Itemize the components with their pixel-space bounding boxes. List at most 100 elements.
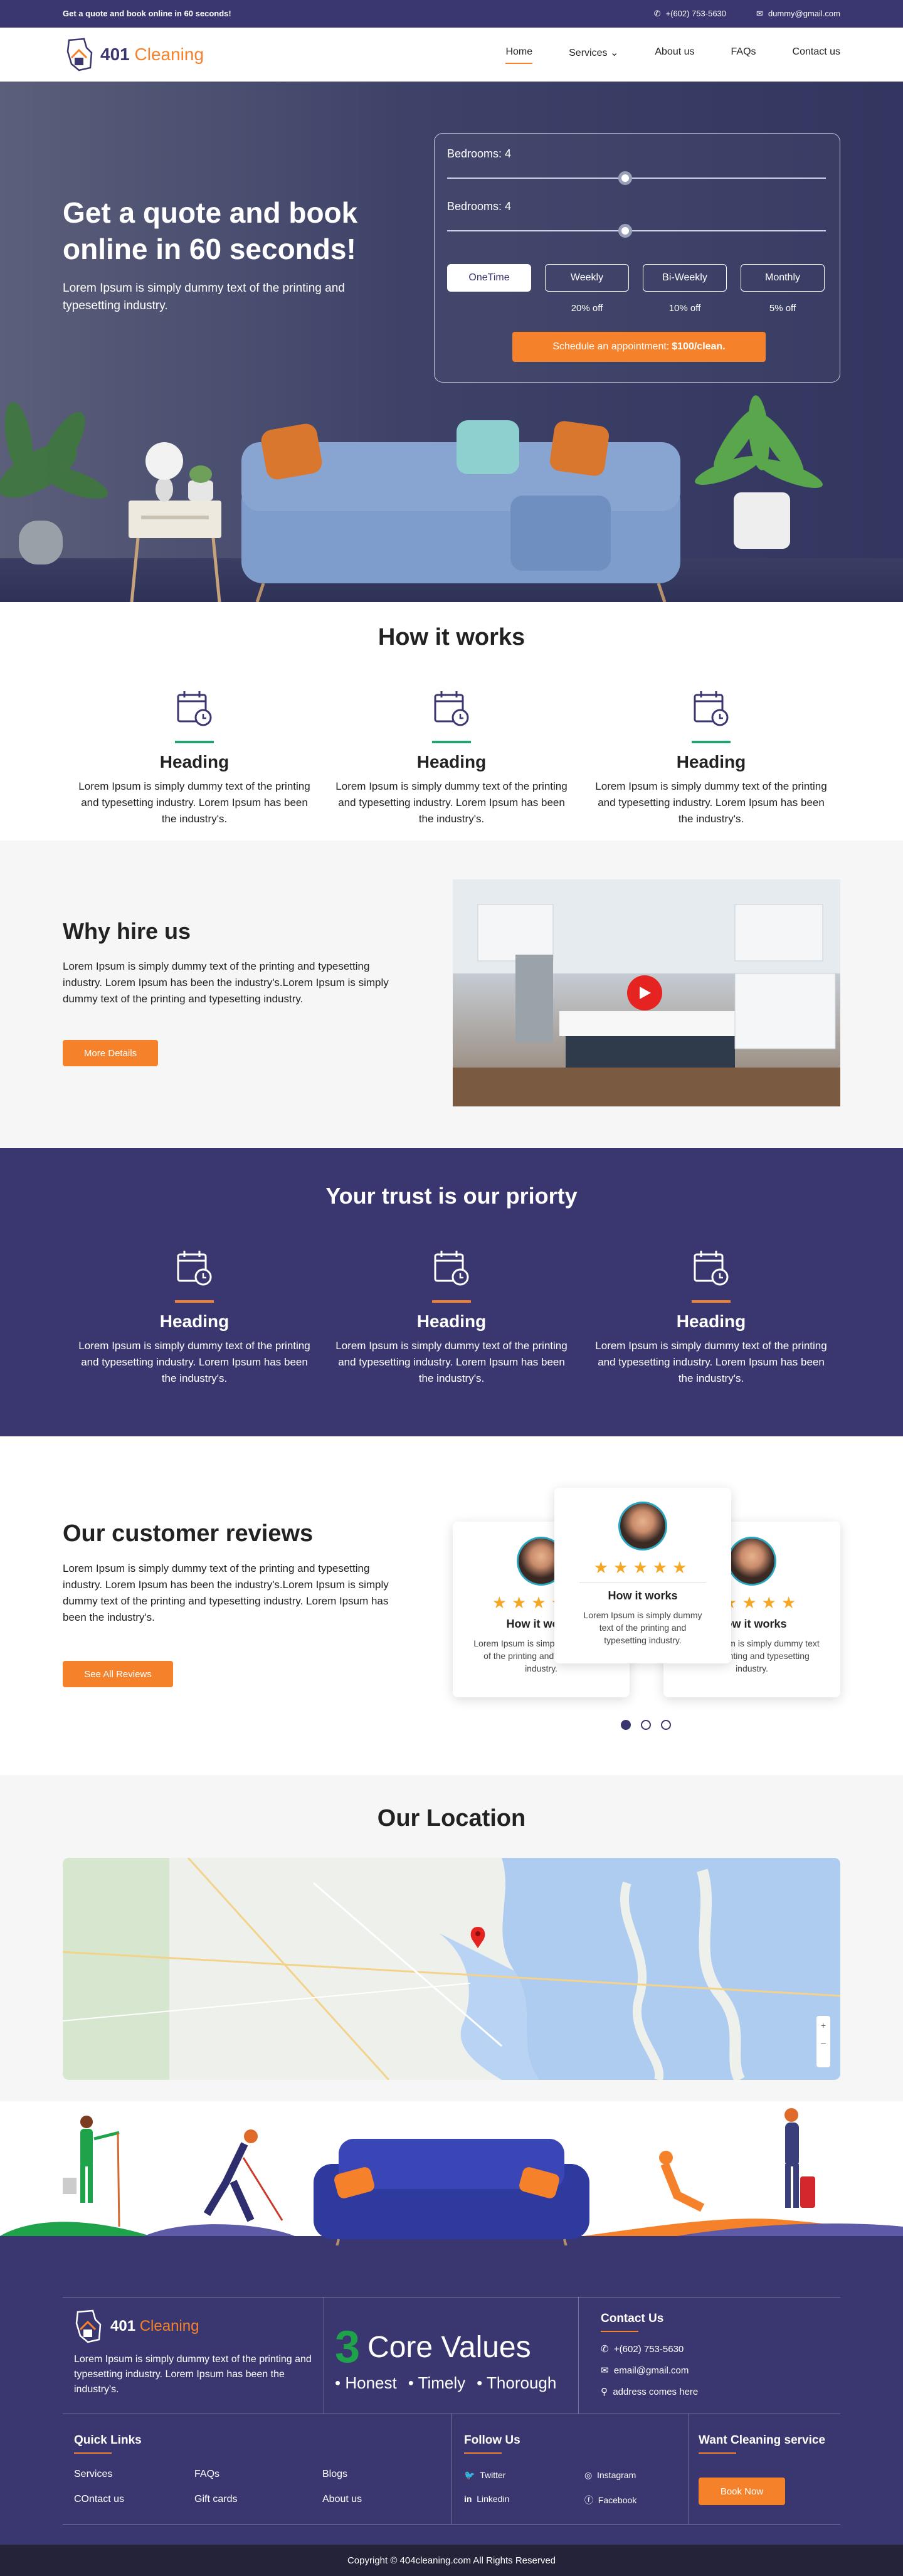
instagram-icon: ◎ [584, 2470, 593, 2480]
quick-link-contact[interactable]: COntact us [74, 2494, 124, 2505]
frequency-biweekly[interactable]: Bi-Weekly [643, 264, 727, 292]
reviews-text: Lorem Ipsum is simply dummy text of the … [63, 1562, 389, 1623]
topbar-email[interactable]: ✉ dummy@gmail.com [756, 9, 840, 19]
how-title: How it works [378, 624, 525, 650]
quick-link-about[interactable]: About us [322, 2494, 362, 2505]
core-values: 3 Core Values • Honest • Timely • Thorou… [335, 2322, 573, 2393]
avatar [618, 1502, 667, 1550]
frequency-monthly[interactable]: Monthly [741, 264, 825, 292]
bedrooms-slider-1[interactable] [447, 171, 826, 185]
living-room-illustration [0, 395, 823, 602]
contact-address: ⚲ address comes here [601, 2386, 839, 2397]
how-heading-1: Heading [159, 752, 230, 771]
footer-about: 401 Cleaning Lorem Ipsum is simply dummy… [74, 2308, 325, 2397]
discount-biweekly: 10% off [668, 303, 701, 314]
topbar-phone-text: +(602) 753-5630 [665, 9, 727, 18]
quick-links-title-wrap: Quick Links [74, 2434, 142, 2454]
logo[interactable]: 401 Cleaning [65, 36, 204, 73]
why-title: Why hire us [63, 918, 191, 944]
reviews-title: Our customer reviews [63, 1520, 314, 1547]
nav-faqs[interactable]: FAQs [731, 46, 756, 64]
contact-phone[interactable]: ✆ +(602) 753-5630 [601, 2343, 839, 2355]
cleaners-illustration [0, 2101, 903, 2245]
frequency-weekly[interactable]: Weekly [545, 264, 629, 292]
quick-link-faqs[interactable]: FAQs [194, 2469, 219, 2480]
contact-email[interactable]: ✉ email@gmail.com [601, 2365, 839, 2376]
quick-link-services[interactable]: Services [74, 2469, 112, 2480]
contact-email-text: email@gmail.com [613, 2365, 689, 2376]
trust-text-2: Lorem Ipsum is simply dummy text of the … [335, 1340, 568, 1384]
trust-feature-2: Heading Lorem Ipsum is simply dummy text… [332, 1248, 571, 1387]
nav-contact[interactable]: Contact us [793, 46, 840, 64]
frequency-onetime[interactable]: OneTime [447, 264, 531, 292]
location-pin-icon: ⚲ [601, 2387, 608, 2397]
twitter-icon: 🐦 [464, 2470, 475, 2480]
footer-brand-accent: Cleaning [139, 2318, 199, 2335]
phone-icon: ✆ [653, 9, 661, 18]
trust-heading-3: Heading [676, 1312, 746, 1331]
more-details-button[interactable]: More Details [63, 1040, 158, 1066]
calendar-clock-icon [177, 691, 212, 726]
slider-knob[interactable] [618, 224, 632, 238]
nav-services[interactable]: Services ⌄ [569, 46, 618, 64]
carousel-dot-1[interactable] [621, 1720, 631, 1730]
social-instagram[interactable]: ◎ Instagram [584, 2470, 636, 2481]
star-rating-icon: ★★★★★ [593, 1558, 692, 1577]
location-map[interactable]: + – [63, 1858, 840, 2080]
value-thorough-text: Thorough [487, 2373, 557, 2392]
hero-subtitle: Lorem Ipsum is simply dummy text of the … [63, 282, 345, 312]
how-feature-1: Heading Lorem Ipsum is simply dummy text… [75, 689, 314, 827]
kitchen-video[interactable] [453, 879, 840, 1106]
quick-link-gift-cards[interactable]: Gift cards [194, 2494, 237, 2505]
social-linkedin[interactable]: in Linkedin [464, 2494, 509, 2504]
social-linkedin-text: Linkedin [477, 2494, 510, 2504]
carousel-dot-3[interactable] [661, 1720, 671, 1730]
nav-home[interactable]: Home [505, 46, 533, 64]
mail-icon: ✉ [601, 2365, 609, 2376]
bedrooms-label-1: Bedrooms: 4 [447, 147, 512, 160]
footer-logo[interactable]: 401 Cleaning [74, 2308, 325, 2345]
topbar-tagline: Get a quote and book online in 60 second… [63, 9, 231, 18]
map-image: + – [63, 1858, 840, 2080]
value-honest: • Honest [335, 2373, 397, 2392]
location-title: Our Location [377, 1805, 526, 1831]
quick-link-blogs[interactable]: Blogs [322, 2469, 347, 2480]
why-section: Why hire us Lorem Ipsum is simply dummy … [0, 840, 903, 1148]
trust-feature-1: Heading Lorem Ipsum is simply dummy text… [75, 1248, 314, 1387]
value-thorough: • Thorough [477, 2373, 557, 2392]
contact-title: Contact Us [601, 2312, 664, 2325]
how-heading-3: Heading [676, 752, 746, 771]
play-icon[interactable] [627, 975, 662, 1010]
social-facebook[interactable]: ⓕ Facebook [584, 2494, 636, 2506]
brand-accent: Cleaning [134, 45, 204, 64]
follow-title-wrap: Follow Us [464, 2434, 520, 2454]
social-facebook-text: Facebook [598, 2495, 637, 2505]
footer-about-text: Lorem Ipsum is simply dummy text of the … [74, 2354, 312, 2395]
nav-about[interactable]: About us [655, 46, 694, 64]
see-all-reviews-button[interactable]: See All Reviews [63, 1661, 173, 1687]
social-twitter[interactable]: 🐦 Twitter [464, 2470, 505, 2481]
contact-phone-text: +(602) 753-5630 [613, 2344, 684, 2355]
topbar-phone[interactable]: ✆ +(602) 753-5630 [654, 9, 726, 19]
value-honest-text: Honest [345, 2373, 397, 2392]
why-text: Lorem Ipsum is simply dummy text of the … [63, 960, 389, 1005]
trust-text-1: Lorem Ipsum is simply dummy text of the … [78, 1340, 310, 1384]
discount-weekly: 20% off [571, 303, 603, 314]
trust-feature-3: Heading Lorem Ipsum is simply dummy text… [592, 1248, 830, 1387]
mail-icon: ✉ [756, 9, 763, 18]
svg-text:+: + [821, 2020, 826, 2030]
bedrooms-label-2: Bedrooms: 4 [447, 200, 512, 213]
core-values-number: 3 [335, 2322, 361, 2372]
contact-address-text: address comes here [613, 2387, 699, 2397]
footer: 401 Cleaning Lorem Ipsum is simply dummy… [0, 2101, 903, 2545]
book-now-button[interactable]: Book Now [699, 2478, 785, 2505]
nav-services-label: Services [569, 48, 608, 58]
trust-heading-2: Heading [416, 1312, 487, 1331]
slider-knob[interactable] [618, 171, 632, 185]
bedrooms-slider-2[interactable] [447, 224, 826, 238]
carousel-dot-2[interactable] [641, 1720, 651, 1730]
how-text-3: Lorem Ipsum is simply dummy text of the … [595, 780, 827, 825]
review-card-center[interactable]: ★★★★★ How it works Lorem Ipsum is simply… [554, 1488, 731, 1663]
social-instagram-text: Instagram [597, 2470, 636, 2480]
trust-text-3: Lorem Ipsum is simply dummy text of the … [595, 1340, 827, 1384]
